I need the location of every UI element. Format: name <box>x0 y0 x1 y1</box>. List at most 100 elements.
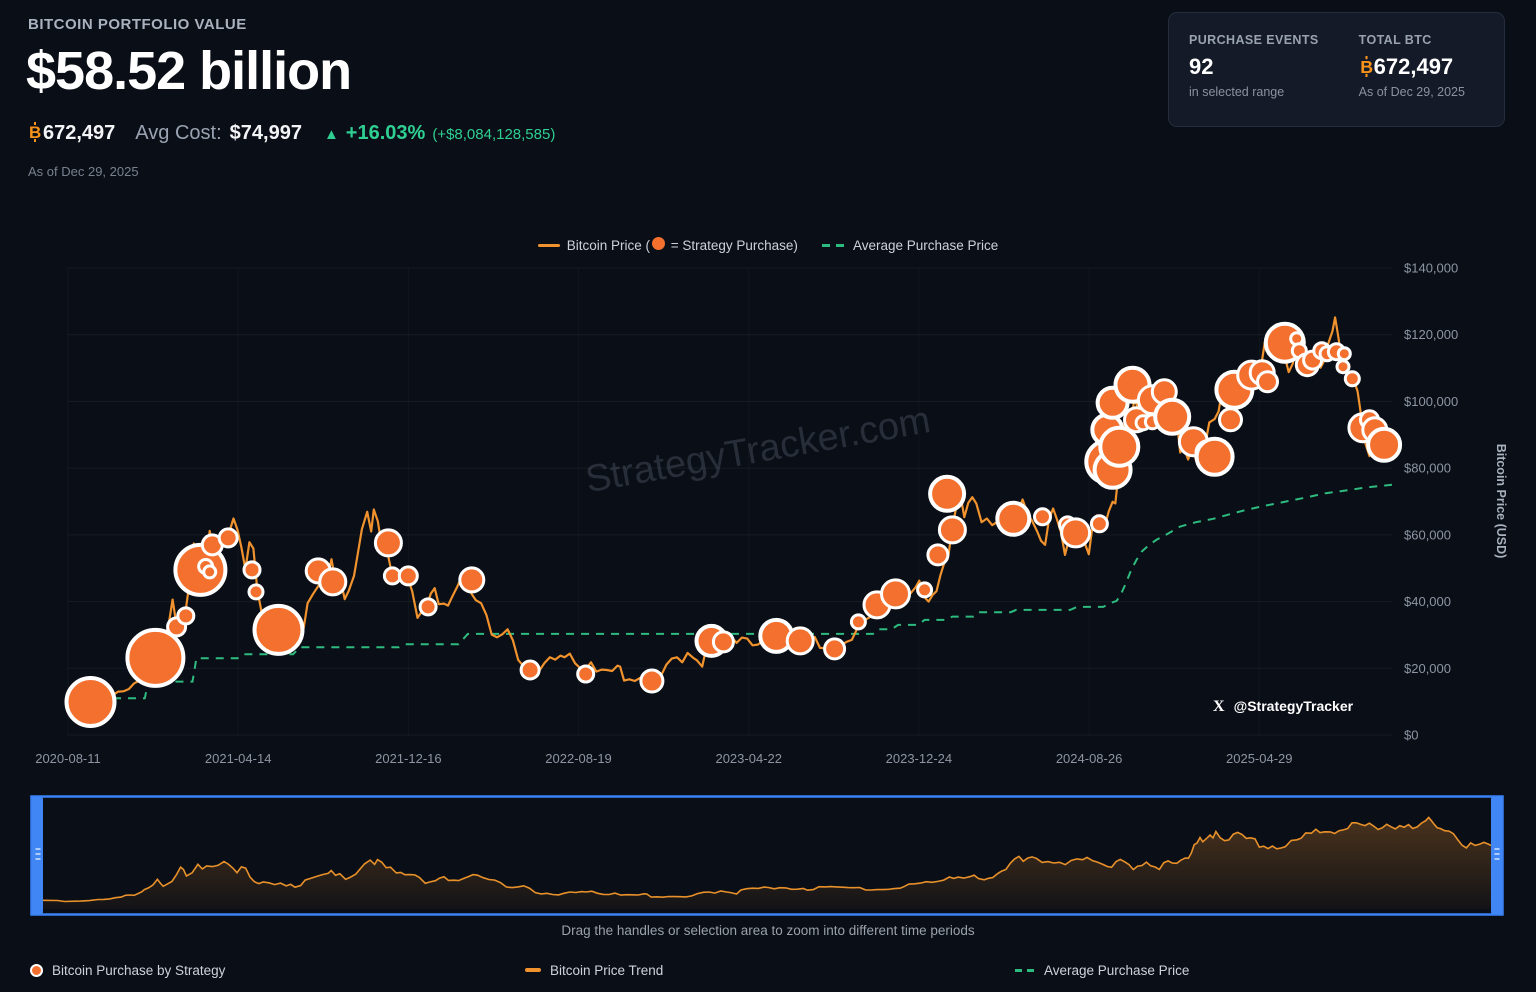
purchase-bubble[interactable] <box>1337 361 1349 373</box>
purchase-bubble[interactable] <box>1035 509 1051 525</box>
twitter-handle-text: @StrategyTracker <box>1234 698 1354 714</box>
purchase-bubble[interactable] <box>787 628 813 654</box>
bottom-legend-trend: Bitcoin Price Trend <box>525 961 663 979</box>
purchase-events-label: PURCHASE EVENTS <box>1189 33 1319 47</box>
page: { "header": { "label": "BITCOIN PORTFOLI… <box>0 0 1536 992</box>
svg-text:B: B <box>1360 57 1373 77</box>
bitcoin-price-chart[interactable]: $0 $20,000 $40,000 $60,000 $80,000 $100,000 $1… <box>0 255 1536 775</box>
right-brush-handle[interactable] <box>1491 797 1502 914</box>
time-range-brush-chart[interactable] <box>30 795 1504 916</box>
total-btc-value: B 672,497 <box>1359 54 1465 80</box>
as-of-date: As of Dec 29, 2025 <box>28 164 139 179</box>
btc-amount: 672,497 <box>43 122 115 144</box>
purchase-bubble[interactable] <box>219 529 237 547</box>
purchase-bubble[interactable] <box>713 632 733 652</box>
summary-card: PURCHASE EVENTS 92 in selected range TOT… <box>1168 12 1505 127</box>
bottom-legend-trend-label: Bitcoin Price Trend <box>550 963 663 978</box>
purchase-bubble[interactable] <box>918 583 932 597</box>
purchase-bubble[interactable] <box>578 666 594 682</box>
btc-symbol-icon: B <box>28 122 42 145</box>
purchase-bubble[interactable] <box>1338 348 1350 360</box>
legend-avg-label: Average Purchase Price <box>853 238 998 253</box>
y-tick-label: $100,000 <box>1404 394 1458 409</box>
svg-text:B: B <box>29 123 41 142</box>
avg-cost-label: Avg Cost: <box>135 122 221 145</box>
y-tick-label: $40,000 <box>1404 594 1451 609</box>
total-btc-stat: TOTAL BTC B 672,497 As of Dec 29, 2025 <box>1359 33 1465 126</box>
purchase-bubble[interactable] <box>1345 372 1359 386</box>
purchase-bubble[interactable] <box>375 530 401 556</box>
purchase-bubble[interactable] <box>1155 400 1189 434</box>
purchase-bubble[interactable] <box>420 599 436 615</box>
legend-item-average-price: Average Purchase Price <box>822 238 998 253</box>
purchase-bubble[interactable] <box>1220 409 1242 431</box>
purchase-bubble[interactable] <box>825 639 845 659</box>
gain-arrow-icon: ▲ <box>324 126 339 143</box>
avg-line-swatch-icon <box>822 244 846 247</box>
x-tick-label: 2021-04-14 <box>205 751 272 766</box>
purchase-bubble[interactable] <box>255 606 303 654</box>
price-line-swatch-icon <box>538 244 560 247</box>
twitter-handle: X @StrategyTracker <box>1213 698 1354 715</box>
purchase-events-value: 92 <box>1189 54 1319 80</box>
purchase-bubble[interactable] <box>178 608 194 624</box>
purchase-bubble[interactable] <box>249 585 263 599</box>
purchase-dot-icon <box>652 237 665 250</box>
purchase-bubble[interactable] <box>930 477 964 511</box>
purchase-bubble[interactable] <box>204 566 216 578</box>
x-tick-label: 2021-12-16 <box>375 751 442 766</box>
purchase-bubble[interactable] <box>1100 428 1138 466</box>
stats-row: B 672,497 Avg Cost: $74,997 ▲+16.03% (+$… <box>28 122 555 145</box>
y-tick-label: $0 <box>1404 728 1418 743</box>
legend-item-bitcoin-price: Bitcoin Price ( = Strategy Purchase) <box>538 237 798 253</box>
purchase-bubble[interactable] <box>1091 516 1107 532</box>
y-tick-label: $140,000 <box>1404 261 1458 276</box>
purchase-bubble[interactable] <box>67 678 115 726</box>
purchase-bubble[interactable] <box>882 580 910 608</box>
bottom-legend-purchase-label: Bitcoin Purchase by Strategy <box>52 963 225 978</box>
left-brush-handle[interactable] <box>32 797 43 914</box>
mini-price-area <box>43 818 1491 910</box>
purchase-bubble[interactable] <box>851 615 865 629</box>
purchase-bubble[interactable] <box>244 562 260 578</box>
purchase-bubble[interactable] <box>997 503 1029 535</box>
x-tick-label: 2022-08-19 <box>545 751 612 766</box>
gain-percent: ▲+16.03% <box>324 122 425 145</box>
price-line-swatch-icon <box>525 968 541 972</box>
y-tick-label: $20,000 <box>1404 661 1451 676</box>
purchase-bubble[interactable] <box>1258 372 1278 392</box>
y-tick-label: $60,000 <box>1404 527 1451 542</box>
watermark: StrategyTracker.com <box>582 399 933 501</box>
purchase-dot-icon <box>30 964 43 977</box>
gain-absolute: (+$8,084,128,585) <box>432 126 555 143</box>
total-btc-label: TOTAL BTC <box>1359 33 1465 47</box>
purchase-events-sub: in selected range <box>1189 85 1319 99</box>
brush-hint: Drag the handles or selection area to zo… <box>0 923 1536 938</box>
total-btc-sub: As of Dec 29, 2025 <box>1359 85 1465 99</box>
purchase-bubble[interactable] <box>641 670 663 692</box>
bottom-legend-purchase: Bitcoin Purchase by Strategy <box>30 961 225 979</box>
x-tick-label: 2023-04-22 <box>715 751 782 766</box>
purchase-bubble[interactable] <box>928 545 948 565</box>
purchase-bubble[interactable] <box>1062 519 1090 547</box>
btc-holdings: B 672,497 <box>28 122 115 145</box>
x-logo-icon: X <box>1213 698 1225 715</box>
avg-cost-value: $74,997 <box>230 122 302 145</box>
y-tick-label: $80,000 <box>1404 461 1451 476</box>
bottom-legend-avg-label: Average Purchase Price <box>1044 963 1189 978</box>
avg-purchase-price-line <box>68 485 1392 699</box>
purchase-bubble[interactable] <box>939 517 965 543</box>
x-tick-label: 2020-08-11 <box>35 751 101 766</box>
purchase-bubble[interactable] <box>320 569 346 595</box>
purchase-bubble[interactable] <box>521 661 539 679</box>
purchase-bubble[interactable] <box>460 568 484 592</box>
x-tick-label: 2023-12-24 <box>886 751 953 766</box>
chart-legend: Bitcoin Price ( = Strategy Purchase) Ave… <box>0 237 1536 253</box>
avg-line-swatch-icon <box>1015 969 1035 972</box>
purchase-bubble[interactable] <box>127 630 183 686</box>
purchase-bubble[interactable] <box>399 567 417 585</box>
purchase-bubble[interactable] <box>1197 439 1233 475</box>
btc-symbol-icon: B <box>1359 56 1374 77</box>
x-tick-label: 2025-04-29 <box>1226 751 1293 766</box>
purchase-bubble[interactable] <box>1368 429 1400 461</box>
